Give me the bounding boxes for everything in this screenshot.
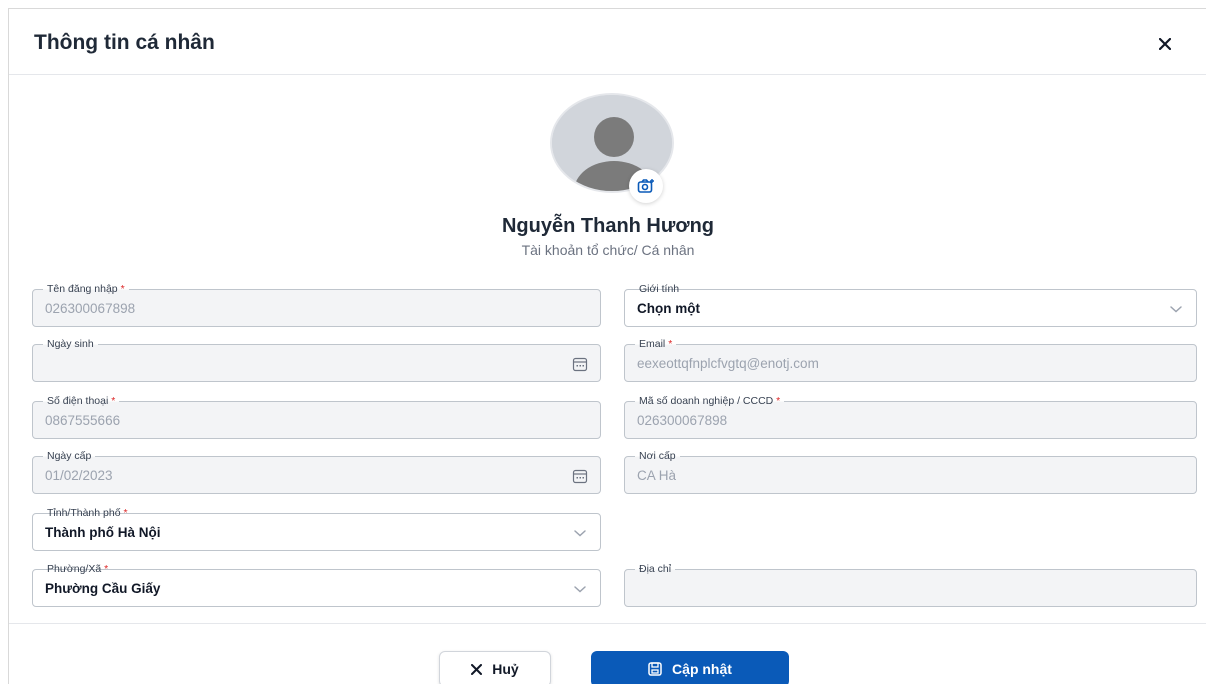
ward-select[interactable]: Phường/Xã * Phường Cầu Giấy: [32, 562, 601, 607]
close-icon: [1159, 38, 1171, 50]
camera-icon: [637, 179, 654, 193]
email-value: eexeottqfnplcfvgtq@enotj.com: [637, 356, 819, 371]
address-field[interactable]: Địa chỉ: [624, 562, 1197, 607]
calendar-icon[interactable]: [572, 356, 588, 372]
username-field: Tên đăng nhập * 026300067898: [32, 282, 601, 327]
calendar-icon[interactable]: [572, 468, 588, 484]
chevron-down-icon: [574, 586, 586, 593]
username-value: 026300067898: [45, 301, 136, 316]
save-icon: [648, 662, 662, 676]
cancel-button[interactable]: Huỷ: [439, 651, 551, 684]
tax-id-field: Mã số doanh nghiệp / CCCD * 026300067898: [624, 394, 1197, 439]
issue-date-label: Ngày cấp: [43, 449, 96, 463]
avatar-container: [549, 93, 677, 203]
personal-info-modal: Thông tin cá nhân Nguyễn Thanh Hương Tài: [8, 8, 1206, 684]
address-label: Địa chỉ: [635, 562, 676, 576]
update-label: Cập nhật: [672, 661, 732, 677]
province-select[interactable]: Tỉnh/Thành phố * Thành phố Hà Nội: [32, 506, 601, 551]
modal-header: Thông tin cá nhân: [9, 9, 1206, 75]
province-value: Thành phố Hà Nội: [45, 525, 161, 540]
email-label: Email *: [635, 337, 677, 351]
chevron-down-icon: [1170, 306, 1182, 313]
user-full-name: Nguyễn Thanh Hương: [501, 215, 715, 237]
close-icon: [471, 663, 483, 675]
issue-place-field: Nơi cấp CA Hà: [624, 449, 1197, 494]
account-type: Tài khoản tổ chức/ Cá nhân: [521, 242, 695, 258]
chevron-down-icon: [574, 530, 586, 537]
dob-field[interactable]: Ngày sinh: [32, 337, 601, 382]
phone-value: 0867555666: [45, 413, 121, 428]
ward-label: Phường/Xã *: [43, 562, 113, 576]
issue-place-value: CA Hà: [637, 468, 677, 483]
modal-footer: Huỷ Cập nhật: [9, 623, 1206, 684]
dob-label: Ngày sinh: [43, 337, 98, 351]
phone-field: Số điện thoại * 0867555666: [32, 394, 601, 439]
issue-date-field[interactable]: Ngày cấp 01/02/2023: [32, 449, 601, 494]
email-field: Email * eexeottqfnplcfvgtq@enotj.com: [624, 337, 1197, 382]
update-button[interactable]: Cập nhật: [591, 651, 789, 684]
ward-value: Phường Cầu Giấy: [45, 581, 161, 596]
change-avatar-button[interactable]: [629, 169, 663, 203]
gender-label: Giới tính: [635, 282, 684, 296]
username-label: Tên đăng nhập *: [43, 282, 129, 296]
gender-value: Chọn một: [637, 301, 700, 316]
tax-id-label: Mã số doanh nghiệp / CCCD *: [635, 394, 785, 408]
province-label: Tỉnh/Thành phố *: [43, 506, 132, 520]
tax-id-value: 026300067898: [637, 413, 728, 428]
modal-title: Thông tin cá nhân: [34, 31, 215, 54]
cancel-label: Huỷ: [492, 661, 519, 677]
issue-place-label: Nơi cấp: [635, 449, 680, 463]
gender-select[interactable]: Giới tính Chọn một: [624, 282, 1197, 327]
phone-label: Số điện thoại *: [43, 394, 120, 408]
issue-date-value: 01/02/2023: [45, 468, 113, 483]
close-button[interactable]: [1154, 33, 1176, 55]
